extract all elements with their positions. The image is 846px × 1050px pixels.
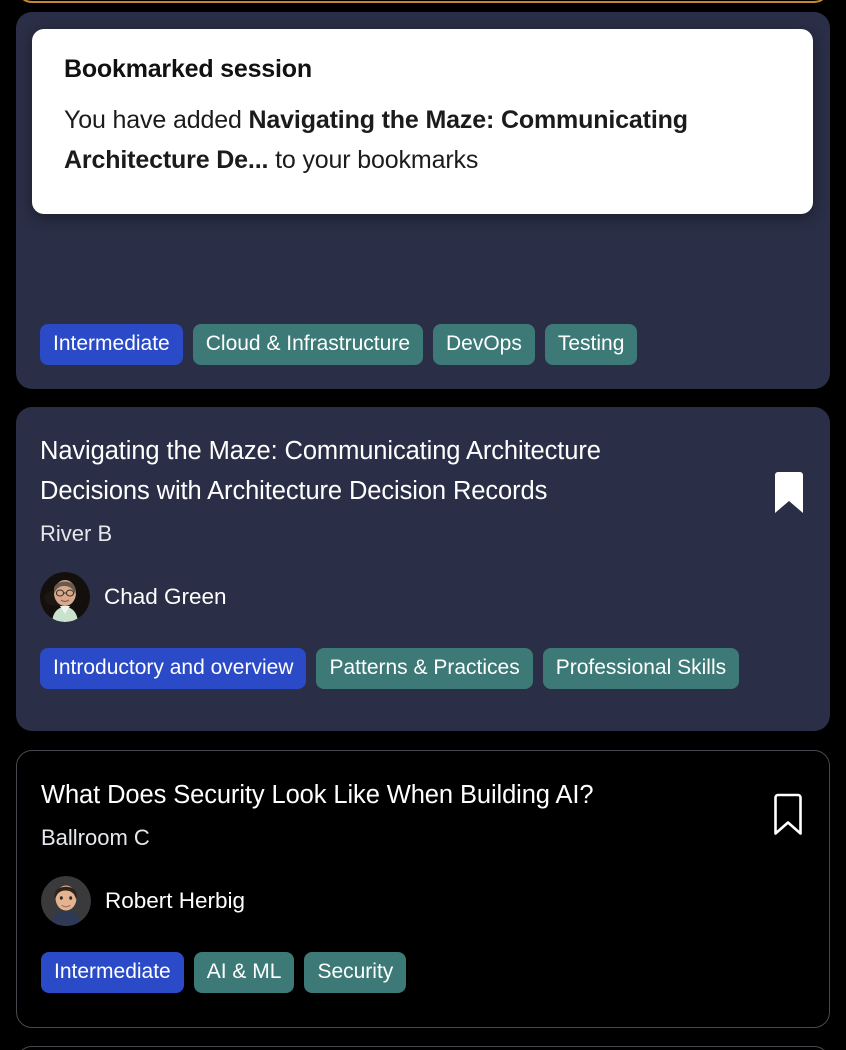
tag-level[interactable]: Intermediate	[41, 951, 184, 993]
tag-list: Intermediate AI & ML Security	[41, 951, 805, 993]
session-title: What Does Security Look Like When Buildi…	[41, 781, 594, 809]
session-card-body: Navigating the Maze: Communicating Archi…	[16, 407, 830, 731]
tag-list: Intermediate Cloud & Infrastructure DevO…	[40, 324, 638, 365]
bookmark-outline-icon[interactable]	[771, 793, 805, 837]
clipped-card-below[interactable]	[16, 1046, 830, 1050]
tag-level[interactable]: Intermediate	[40, 324, 183, 365]
session-card-maze[interactable]: Navigating the Maze: Communicating Archi…	[16, 407, 830, 731]
tag-topic[interactable]: Professional Skills	[542, 647, 740, 689]
speaker-row: Chad Green	[40, 571, 806, 622]
tag-topic[interactable]: Patterns & Practices	[316, 647, 533, 689]
tag-topic[interactable]: DevOps	[433, 324, 535, 365]
tag-topic[interactable]: AI & ML	[193, 951, 295, 993]
tag-topic[interactable]: Testing	[544, 324, 638, 365]
session-title: Navigating the Maze: Communicating Archi…	[40, 437, 601, 506]
tag-topic[interactable]: Security	[304, 951, 407, 993]
session-card-body: What Does Security Look Like When Buildi…	[17, 751, 829, 1027]
session-room: River B	[40, 521, 113, 547]
session-card-security[interactable]: What Does Security Look Like When Buildi…	[16, 750, 830, 1028]
tag-level[interactable]: Introductory and overview	[40, 647, 307, 689]
tag-list: Introductory and overview Patterns & Pra…	[40, 647, 806, 689]
tag-topic[interactable]: Cloud & Infrastructure	[192, 324, 423, 365]
speaker-row: Robert Herbig	[41, 875, 805, 926]
clipped-card-above[interactable]	[16, 0, 830, 3]
toast-message-prefix: You have added	[64, 106, 249, 134]
avatar	[41, 875, 91, 926]
speaker-name: Robert Herbig	[105, 887, 246, 913]
speaker-name: Chad Green	[104, 583, 227, 609]
bookmark-toast: Bookmarked session You have added Naviga…	[32, 29, 813, 214]
bookmark-filled-icon[interactable]	[772, 471, 806, 515]
avatar	[40, 571, 90, 622]
session-room: Ballroom C	[41, 825, 150, 851]
toast-message-suffix: to your bookmarks	[268, 146, 479, 174]
toast-title: Bookmarked session	[64, 55, 312, 83]
toast-message: You have added Navigating the Maze: Comm…	[64, 100, 781, 180]
